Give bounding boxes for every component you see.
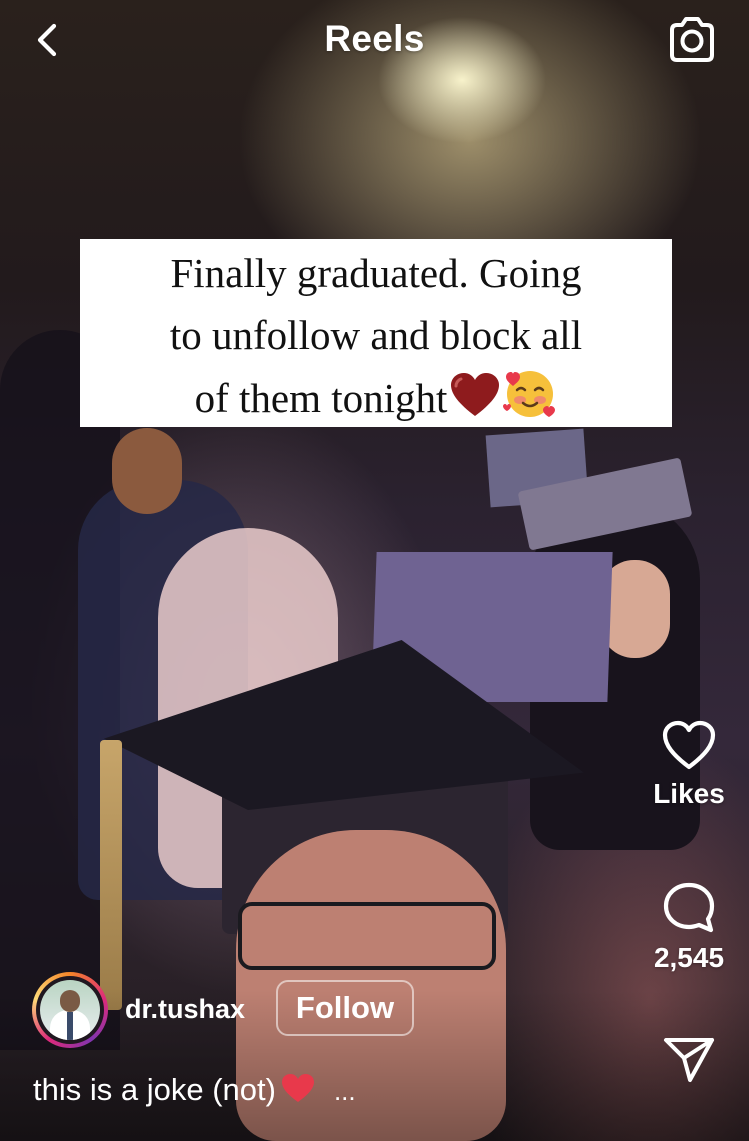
glasses	[238, 902, 496, 970]
overlay-line: Finally graduated. Going	[170, 250, 582, 296]
cap-tassel	[100, 740, 122, 1010]
top-bar: Reels	[0, 0, 749, 84]
author-row: dr.tushax Follow	[32, 972, 492, 1048]
camera-button[interactable]	[666, 16, 718, 64]
heart-outline-icon	[662, 720, 716, 770]
heart-icon	[449, 372, 501, 435]
overlay-line: of them tonight	[194, 375, 448, 421]
username[interactable]: dr.tushax	[125, 994, 245, 1025]
overlay-line: to unfollow and block all	[169, 312, 583, 358]
smiling-face-with-hearts-icon	[503, 366, 557, 437]
caption-text: this is a joke (not)	[33, 1072, 276, 1107]
comment-bubble-icon	[663, 882, 715, 933]
avatar[interactable]	[32, 972, 108, 1048]
reel-caption[interactable]: this is a joke (not) ...	[33, 1072, 356, 1112]
avatar-photo	[40, 980, 100, 1040]
heart-icon	[280, 1072, 316, 1112]
follow-button[interactable]: Follow	[276, 980, 414, 1036]
camera-icon	[670, 17, 714, 62]
like-action[interactable]: Likes	[629, 720, 749, 810]
paper-plane-icon	[664, 1038, 714, 1082]
page-title: Reels	[324, 18, 425, 59]
share-action[interactable]	[629, 1034, 749, 1084]
like-label: Likes	[653, 778, 725, 809]
overlay-line-with-emoji: of them tonight	[80, 366, 672, 437]
reel-text-overlay: Finally graduated. Going to unfollow and…	[80, 239, 672, 427]
comment-action[interactable]: 2,545	[629, 880, 749, 974]
caption-more[interactable]: ...	[334, 1076, 356, 1106]
comment-count: 2,545	[653, 942, 725, 973]
background-person-head	[112, 428, 182, 514]
